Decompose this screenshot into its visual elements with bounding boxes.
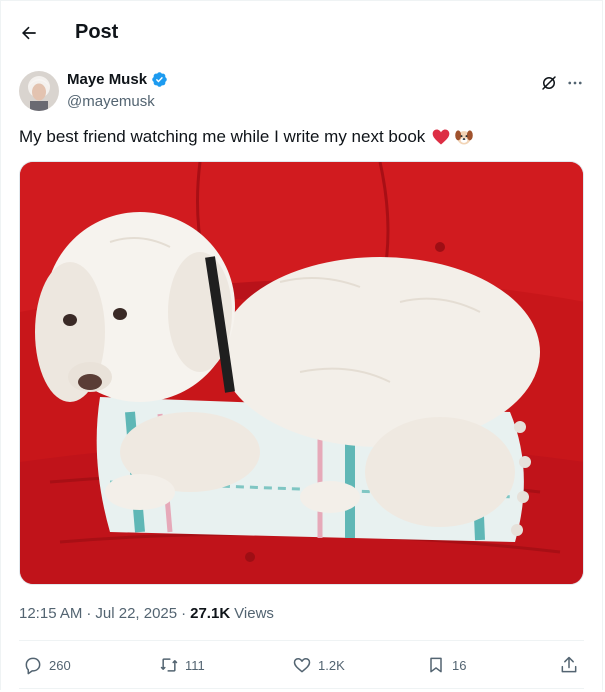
meta-separator: · [86,605,92,622]
post-date[interactable]: Jul 22, 2025 [95,605,177,622]
action-bar: 260 111 1.2K 16 [1,651,604,679]
views-count: 27.1K [190,605,231,622]
dog-face-icon [455,130,474,145]
post-header: Post [1,1,604,61]
repost-count: 111 [185,657,205,673]
share-button[interactable] [559,651,579,679]
reply-button[interactable]: 260 [23,651,71,679]
share-icon [561,656,577,673]
author-name-row: Maye Musk [67,71,168,88]
heart-icon [293,658,311,673]
divider [19,688,584,689]
back-button[interactable] [15,19,43,47]
avatar[interactable] [19,71,59,111]
avatar-image [19,71,59,111]
repost-icon [160,658,178,672]
red-heart-icon [432,129,450,145]
reply-icon [25,657,41,675]
post-view: Post Maye Musk @mayemusk My best friend … [0,0,603,690]
more-options-button[interactable] [564,72,586,94]
bookmark-button[interactable]: 16 [426,651,466,679]
tweet-text: My best friend watching me while I write… [19,126,474,148]
divider [19,640,584,641]
bookmark-icon [430,657,442,673]
more-horizontal-icon [568,81,582,85]
post-photo[interactable] [19,161,584,585]
views-label: Views [234,605,274,622]
arrow-left-icon [22,26,36,40]
bookmark-count: 16 [452,657,467,673]
grok-button[interactable] [538,72,560,94]
like-button[interactable]: 1.2K [292,651,345,679]
post-meta: 12:15 AM · Jul 22, 2025 · 27.1K Views [19,605,274,622]
tweet-body: My best friend watching me while I write… [19,127,426,146]
like-count: 1.2K [318,657,345,673]
author-display-name[interactable]: Maye Musk [67,71,147,88]
reply-count: 260 [49,657,71,673]
repost-button[interactable]: 111 [159,651,205,679]
page-title: Post [75,21,119,43]
post-time[interactable]: 12:15 AM [19,605,82,622]
dog-photo-illustration [20,162,583,584]
verified-badge-icon [152,72,167,87]
author-handle[interactable]: @mayemusk [67,93,155,110]
grok-icon [542,76,556,90]
meta-separator: · [181,605,187,622]
